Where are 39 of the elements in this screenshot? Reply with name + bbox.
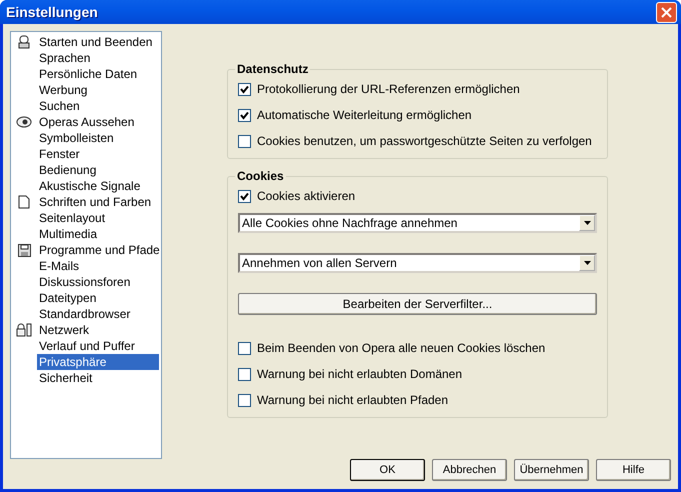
checkbox-label: Cookies aktivieren	[257, 189, 356, 203]
checkbox-label: Warnung bei nicht erlaubten Pfaden	[257, 393, 448, 407]
sidebar-item[interactable]: Persönliche Daten	[37, 66, 159, 82]
sidebar-item[interactable]: Starten und Beenden	[37, 34, 159, 50]
sidebar-item[interactable]: Diskussionsforen	[37, 274, 159, 290]
sidebar-item[interactable]: Standardbrowser	[37, 306, 159, 322]
checkbox-label: Warnung bei nicht erlaubten Domänen	[257, 367, 462, 381]
dialog-button[interactable]: Hilfe	[596, 459, 671, 481]
sidebar-item[interactable]: Bedienung	[37, 162, 159, 178]
sidebar-item[interactable]: Akustische Signale	[37, 178, 159, 194]
sidebar-item[interactable]: Netzwerk	[37, 322, 159, 338]
window-title: Einstellungen	[6, 4, 98, 20]
sidebar-item[interactable]: Dateitypen	[37, 290, 159, 306]
sidebar-item[interactable]: Privatsphäre	[37, 354, 159, 370]
sidebar-item[interactable]: Sicherheit	[37, 370, 159, 386]
dropdown[interactable]: Alle Cookies ohne Nachfrage annehmen	[238, 213, 597, 233]
dialog-button[interactable]: Übernehmen	[514, 459, 589, 481]
sidebar-item[interactable]: Programme und Pfade	[37, 242, 162, 258]
sidebar-item[interactable]: Schriften und Farben	[37, 194, 159, 210]
sidebar-item[interactable]: Verlauf und Puffer	[37, 338, 159, 354]
dropdown[interactable]: Annehmen von allen Servern	[238, 253, 597, 273]
group-title: Cookies	[236, 169, 285, 183]
checkbox-label: Cookies benutzen, um passwortgeschützte Seiten zu verfolgen	[257, 134, 592, 148]
sidebar-item[interactable]: Suchen	[37, 98, 159, 114]
sidebar-item[interactable]: Seitenlayout	[37, 210, 159, 226]
sidebar-item[interactable]: Sprachen	[37, 50, 159, 66]
group-title: Datenschutz	[236, 62, 310, 76]
sidebar-item[interactable]: Multimedia	[37, 226, 159, 242]
sidebar-item[interactable]: Operas Aussehen	[37, 114, 159, 130]
server-filter-button[interactable]: Bearbeiten der Serverfilter...	[238, 293, 597, 315]
checkbox-label: Protokollierung der URL-Referenzen ermöglichen	[257, 82, 520, 96]
checkbox-label: Automatische Weiterleitung ermöglichen	[257, 108, 472, 122]
sidebar-item[interactable]: Werbung	[37, 82, 159, 98]
sidebar-item[interactable]: Symbolleisten	[37, 130, 159, 146]
dialog-button[interactable]: Abbrechen	[432, 459, 507, 481]
sidebar-item[interactable]: Fenster	[37, 146, 159, 162]
checkbox-label: Beim Beenden von Opera alle neuen Cookies löschen	[257, 341, 546, 355]
sidebar-item[interactable]: E-Mails	[37, 258, 159, 274]
dialog-button[interactable]: OK	[350, 459, 425, 481]
